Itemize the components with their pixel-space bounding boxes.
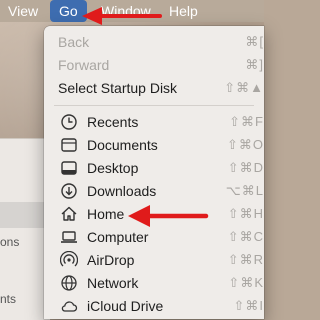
menu-item-recents[interactable]: Recents ⇧⌘F bbox=[44, 111, 264, 133]
menu-item-label: Forward bbox=[58, 57, 110, 73]
shortcut-label: ⌥⌘L bbox=[225, 183, 264, 198]
menu-item-label: AirDrop bbox=[87, 252, 135, 268]
shortcut-label: ⇧⌘D bbox=[227, 160, 264, 175]
shortcut-label: ⇧⌘I bbox=[233, 298, 264, 313]
laptop-icon bbox=[60, 228, 78, 246]
sidebar-fragment-text: ons bbox=[0, 235, 20, 249]
home-icon bbox=[60, 205, 78, 223]
menu-item-label: iCloud Drive bbox=[87, 298, 164, 314]
menu-item-label: Downloads bbox=[87, 183, 157, 199]
annotation-arrow-go bbox=[82, 7, 162, 25]
menu-item-desktop[interactable]: Desktop ⇧⌘D bbox=[44, 157, 264, 179]
shortcut-label: ⇧⌘F bbox=[229, 114, 264, 129]
clock-icon bbox=[60, 113, 78, 131]
menu-separator bbox=[54, 105, 254, 106]
menu-item-label: Recents bbox=[87, 114, 139, 130]
download-icon bbox=[60, 182, 78, 200]
menu-item-label: Home bbox=[87, 206, 125, 222]
menu-item-network[interactable]: Network ⇧⌘K bbox=[44, 272, 264, 294]
cloud-icon bbox=[60, 297, 78, 315]
menu-item-back[interactable]: Back ⌘[ bbox=[44, 31, 264, 53]
menu-item-label: Select Startup Disk bbox=[58, 80, 178, 96]
shortcut-label: ⇧⌘▲ bbox=[224, 80, 264, 95]
desktop-icon bbox=[60, 159, 78, 177]
shortcut-label: ⌘] bbox=[245, 57, 264, 72]
menu-item-airdrop[interactable]: AirDrop ⇧⌘R bbox=[44, 249, 264, 271]
menu-item-documents[interactable]: Documents ⇧⌘O bbox=[44, 134, 264, 156]
menu-item-select-startup-disk[interactable]: Select Startup Disk ⇧⌘▲ bbox=[44, 77, 264, 99]
menu-item-label: Computer bbox=[87, 229, 149, 245]
menu-item-forward[interactable]: Forward ⌘] bbox=[44, 54, 264, 76]
menu-item-label: Back bbox=[58, 34, 90, 50]
menu-item-label: Desktop bbox=[87, 160, 139, 176]
menu-view[interactable]: View bbox=[8, 0, 38, 22]
sidebar-fragment-text: nts bbox=[0, 292, 17, 306]
menu-item-downloads[interactable]: Downloads ⌥⌘L bbox=[44, 180, 264, 202]
go-menu: Back ⌘[ Forward ⌘] Select Startup Disk ⇧… bbox=[44, 26, 264, 319]
shortcut-label: ⇧⌘K bbox=[228, 275, 264, 290]
annotation-arrow-home bbox=[128, 205, 209, 227]
menu-item-label: Documents bbox=[87, 137, 158, 153]
airdrop-icon bbox=[59, 250, 79, 269]
menu-item-icloud-drive[interactable]: iCloud Drive ⇧⌘I bbox=[44, 295, 264, 317]
shortcut-label: ⇧⌘C bbox=[227, 229, 264, 244]
menu-item-computer[interactable]: Computer ⇧⌘C bbox=[44, 226, 264, 248]
shortcut-label: ⇧⌘H bbox=[227, 206, 264, 221]
menu-item-label: Network bbox=[87, 275, 139, 291]
shortcut-label: ⇧⌘R bbox=[227, 252, 264, 267]
shortcut-label: ⌘[ bbox=[245, 34, 264, 49]
shortcut-label: ⇧⌘O bbox=[226, 137, 264, 152]
finder-window-behind: ons nts bbox=[0, 138, 50, 320]
network-icon bbox=[60, 274, 78, 292]
document-icon bbox=[60, 136, 78, 154]
menu-help[interactable]: Help bbox=[169, 0, 198, 22]
sidebar-selection bbox=[0, 202, 50, 228]
